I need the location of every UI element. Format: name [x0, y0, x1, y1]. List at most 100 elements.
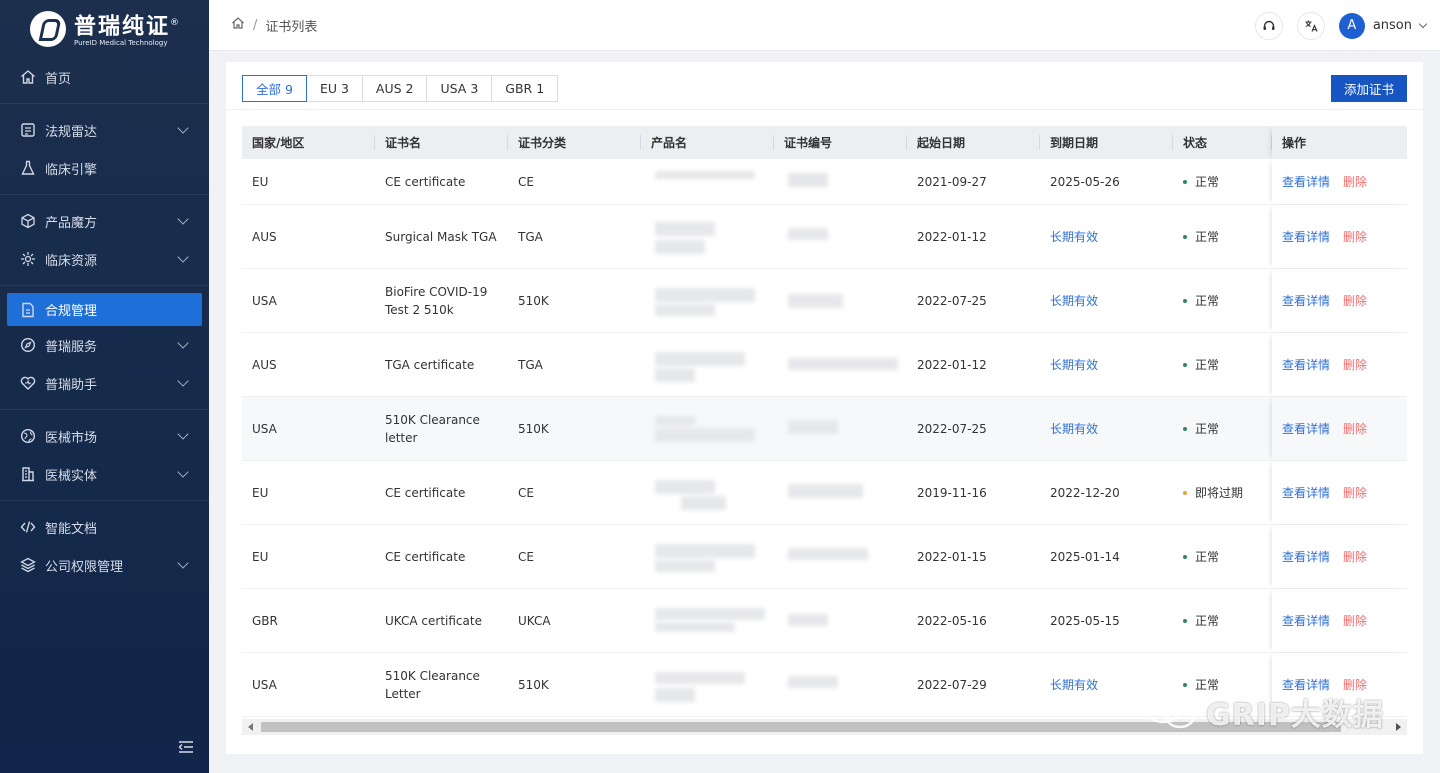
user-avatar[interactable]: A [1338, 12, 1365, 39]
table-row[interactable]: AUS Surgical Mask TGA TGA 2022-01-12 长期有效 正常 查… [242, 205, 1407, 269]
column-header: 到期日期 [1040, 126, 1173, 159]
view-details-link[interactable]: 查看详情 [1282, 548, 1330, 566]
status-text: 正常 [1195, 421, 1220, 436]
cell-country: AUS [252, 357, 277, 372]
user-menu-chevron-down-icon[interactable] [1418, 19, 1428, 29]
cell-certificate-name: CE certificate [385, 174, 466, 189]
redacted-value [784, 666, 894, 704]
language-switch-button[interactable] [1296, 11, 1325, 40]
tab-2[interactable]: AUS 2 [362, 75, 428, 102]
sidebar-item-label: 临床资源 [45, 253, 98, 269]
nav-divider [0, 409, 209, 410]
brand-logo[interactable]: 普瑞纯证® PureID Medical Technology [0, 0, 209, 58]
chevron-down-icon [177, 466, 189, 478]
sidebar-item-7[interactable]: 普瑞助手 [0, 364, 209, 402]
redacted-value [784, 602, 894, 640]
wechat-icon [1144, 694, 1196, 729]
redacted-value [784, 282, 894, 320]
code-icon [20, 519, 36, 535]
document-icon [20, 302, 36, 318]
nav-divider [0, 103, 209, 104]
table-row[interactable]: AUS TGA certificate TGA 2022-01-12 长期有效 正常 查看详… [242, 333, 1407, 397]
view-details-link[interactable]: 查看详情 [1282, 228, 1330, 246]
tab-4[interactable]: GBR 1 [492, 75, 559, 102]
redacted-value [784, 538, 894, 576]
cell-actions: 查看详情 删除 [1272, 159, 1407, 204]
sidebar-item-0[interactable]: 首页 [0, 58, 209, 96]
cell-certificate-number [774, 602, 907, 640]
watermark-text: GRIP大数据 [1206, 698, 1384, 733]
delete-link[interactable]: 删除 [1343, 228, 1367, 246]
sidebar-item-3[interactable]: 产品魔方 [0, 202, 209, 240]
delete-link[interactable]: 删除 [1343, 612, 1367, 630]
status-text: 正常 [1195, 293, 1220, 308]
cell-product-name [641, 346, 774, 384]
cell-status: 正常 [1173, 548, 1272, 566]
table-row[interactable]: USA 510K Clearance letter 510K 2022-07-25 长期… [242, 397, 1407, 461]
redacted-value [651, 538, 761, 576]
tab-0[interactable]: 全部 9 [242, 75, 307, 102]
compass-icon [20, 337, 36, 353]
sidebar-item-1[interactable]: 法规雷达 [0, 111, 209, 149]
view-details-link[interactable]: 查看详情 [1282, 356, 1330, 374]
delete-link[interactable]: 删除 [1343, 484, 1367, 502]
table-row[interactable]: EU CE certificate CE 2019-11-16 2022-12-20 即将… [242, 461, 1407, 525]
breadcrumb: / 证书列表 [231, 16, 317, 35]
cell-status: 正常 [1173, 612, 1272, 630]
status-dot [1183, 298, 1187, 303]
status-text: 正常 [1195, 549, 1220, 564]
cell-category: CE [518, 485, 534, 500]
sidebar-item-8[interactable]: 医械市场 [0, 417, 209, 455]
redacted-value [651, 666, 761, 704]
certificate-list-card: 全部 9 EU 3 AUS 2 USA 3 GBR 1 添加证书 国家/地区 证书名 证书分… [226, 62, 1423, 754]
chevron-down-icon [177, 428, 189, 440]
sidebar-item-5[interactable]: 合规管理 [7, 293, 202, 326]
view-details-link[interactable]: 查看详情 [1282, 173, 1330, 191]
cell-product-name [641, 602, 774, 640]
add-certificate-button[interactable]: 添加证书 [1331, 75, 1407, 102]
collapse-sidebar-icon[interactable] [178, 740, 194, 754]
table-header: 国家/地区 证书名 证书分类 产品名 证书编号 起始日期 到期日期 状态 操作 [242, 126, 1407, 159]
status-dot [1183, 234, 1187, 239]
table-row[interactable]: USA BioFire COVID-19 Test 2 510k 510K 2022-… [242, 269, 1407, 333]
view-details-link[interactable]: 查看详情 [1282, 292, 1330, 310]
tab-3[interactable]: USA 3 [427, 75, 493, 102]
sidebar-item-2[interactable]: 临床引擎 [0, 149, 209, 187]
tab-1[interactable]: EU 3 [306, 75, 363, 102]
scroll-right-icon[interactable] [1396, 723, 1401, 731]
sidebar-item-10[interactable]: 智能文档 [0, 508, 209, 546]
chevron-down-icon [177, 251, 189, 263]
delete-link[interactable]: 删除 [1343, 356, 1367, 374]
view-details-link[interactable]: 查看详情 [1282, 484, 1330, 502]
delete-link[interactable]: 删除 [1343, 173, 1367, 191]
user-name[interactable]: anson [1373, 18, 1412, 33]
scroll-left-icon[interactable] [248, 723, 253, 731]
table-row[interactable]: GBR UKCA certificate UKCA 2022-05-16 2025-05… [242, 589, 1407, 653]
breadcrumb-home-icon[interactable] [231, 16, 245, 34]
sidebar-item-9[interactable]: 医械实体 [0, 455, 209, 493]
nav-divider [0, 285, 209, 286]
cell-end-date: 2022-12-20 [1050, 485, 1120, 500]
table-row[interactable]: EU CE certificate CE 2022-01-15 2025-01-14 正常… [242, 525, 1407, 589]
delete-link[interactable]: 删除 [1343, 420, 1367, 438]
status-dot [1183, 426, 1187, 431]
cell-actions: 查看详情 删除 [1272, 205, 1407, 268]
cell-start-date: 2022-07-29 [917, 677, 987, 692]
redacted-value [651, 410, 761, 448]
cell-certificate-number [774, 538, 907, 576]
cell-actions: 查看详情 删除 [1272, 461, 1407, 524]
sidebar-item-6[interactable]: 普瑞服务 [0, 326, 209, 364]
column-header: 国家/地区 [242, 126, 375, 159]
cell-certificate-name: TGA certificate [385, 357, 475, 372]
nav-divider [0, 500, 209, 501]
table-row[interactable]: EU CE certificate CE 2021-09-27 2025-05-26 正常… [242, 159, 1407, 205]
delete-link[interactable]: 删除 [1343, 292, 1367, 310]
redacted-value [651, 602, 765, 640]
support-headset-button[interactable] [1254, 11, 1283, 40]
view-details-link[interactable]: 查看详情 [1282, 612, 1330, 630]
cell-actions: 查看详情 删除 [1272, 525, 1407, 588]
sidebar-item-11[interactable]: 公司权限管理 [0, 546, 209, 584]
view-details-link[interactable]: 查看详情 [1282, 420, 1330, 438]
sidebar-item-4[interactable]: 临床资源 [0, 240, 209, 278]
delete-link[interactable]: 删除 [1343, 548, 1367, 566]
